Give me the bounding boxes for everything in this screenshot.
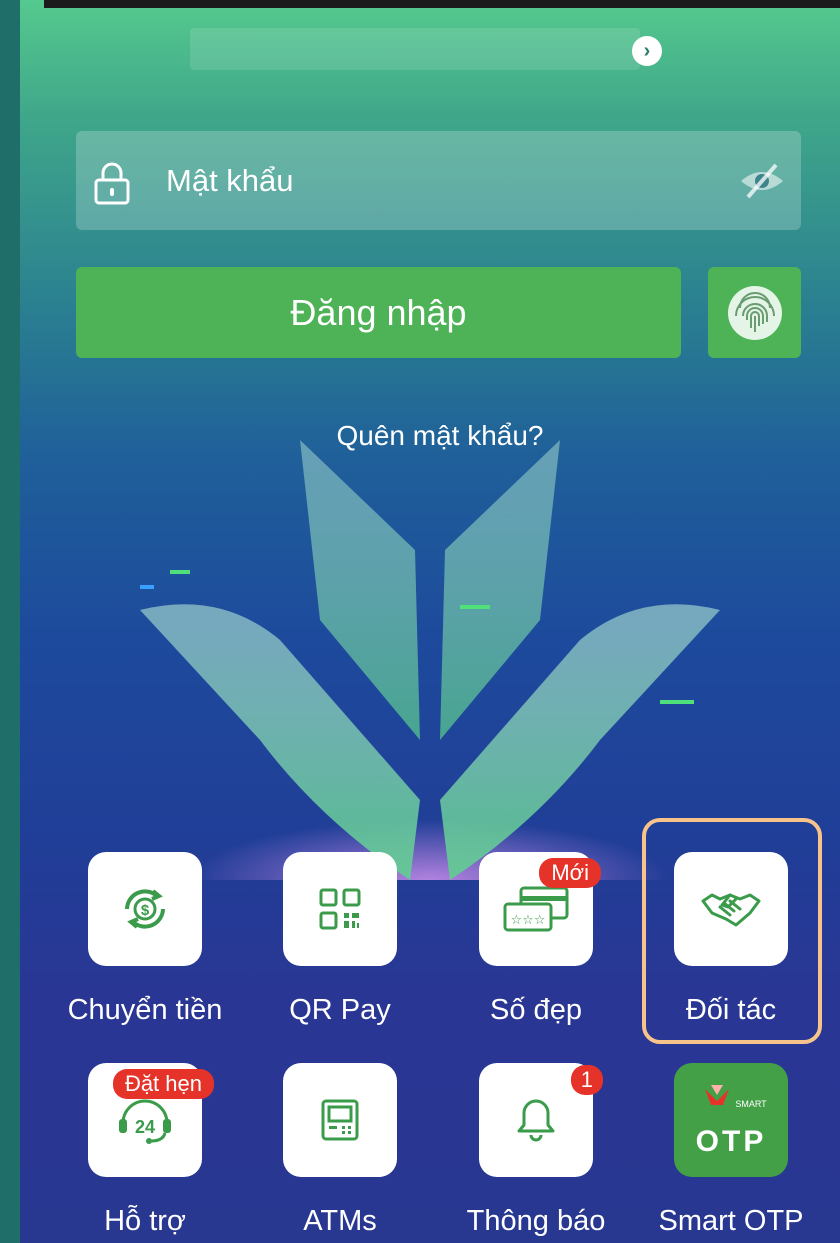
shortcut-box: $ <box>88 852 202 966</box>
chevron-right-icon[interactable]: › <box>632 36 662 66</box>
login-button[interactable]: Đăng nhập <box>76 267 681 358</box>
shortcut-smart-otp[interactable]: SMART OTP Smart OTP <box>641 1063 821 1238</box>
background-emblem <box>140 440 720 880</box>
svg-text:$: $ <box>141 902 150 919</box>
shortcut-label: Chuyển tiền <box>67 994 223 1026</box>
fingerprint-button[interactable] <box>708 267 801 358</box>
shortcut-label: ATMs <box>303 1205 377 1237</box>
shortcut-label: Smart OTP <box>658 1205 804 1237</box>
eye-off-icon[interactable] <box>738 161 786 201</box>
shortcut-box: 1 <box>479 1063 603 1177</box>
shortcut-label: Đối tác <box>685 994 777 1026</box>
shortcut-chuyen-tien[interactable]: $ Chuyển tiền <box>55 852 235 1027</box>
svg-text:☆☆☆: ☆☆☆ <box>511 913 546 928</box>
qr-code-icon <box>319 888 361 930</box>
lock-icon <box>94 162 130 205</box>
shortcut-box <box>283 1063 397 1177</box>
smart-otp-icon: SMART <box>705 1085 767 1109</box>
otp-logo-text: OTP <box>695 1125 767 1158</box>
shortcut-box <box>674 852 788 966</box>
shortcut-box: 24 Đặt hẹn <box>88 1063 214 1177</box>
bell-icon <box>517 1099 555 1142</box>
appointment-badge: Đặt hẹn <box>112 1069 214 1099</box>
shortcut-label: Số đẹp <box>490 994 582 1026</box>
password-input[interactable] <box>166 151 706 211</box>
svg-text:24: 24 <box>135 1117 155 1137</box>
shortcut-box: ☆☆☆ Mới <box>479 852 601 966</box>
shortcut-label: Thông báo <box>466 1205 606 1237</box>
shortcut-ho-tro[interactable]: 24 Đặt hẹn Hỗ trợ <box>55 1063 235 1238</box>
login-screen: › Đăng nhập Quên mật khẩu? $ Chuyển tiền… <box>20 0 840 1243</box>
support-24-icon: 24 <box>119 1099 171 1144</box>
money-transfer-icon: $ <box>125 889 165 929</box>
atm-icon <box>321 1099 359 1141</box>
fingerprint-icon <box>727 285 782 340</box>
shortcut-doi-tac[interactable]: Đối tác <box>641 852 821 1027</box>
handshake-icon <box>701 893 761 927</box>
account-name-blurred <box>190 28 640 70</box>
shortcut-so-dep[interactable]: ☆☆☆ Mới Số đẹp <box>446 852 626 1027</box>
shortcut-thong-bao[interactable]: 1 Thông báo <box>446 1063 626 1238</box>
new-badge: Mới <box>539 858 601 888</box>
shortcut-box: SMART OTP <box>674 1063 788 1177</box>
shortcut-atms[interactable]: ATMs <box>250 1063 430 1238</box>
notification-count-badge: 1 <box>570 1065 603 1095</box>
top-image-strip <box>44 0 840 8</box>
shortcut-label: Hỗ trợ <box>104 1205 186 1237</box>
shortcut-label: QR Pay <box>289 994 391 1026</box>
shortcut-box <box>283 852 397 966</box>
shortcut-qr-pay[interactable]: QR Pay <box>250 852 430 1027</box>
password-field[interactable] <box>76 131 801 230</box>
card-stars-icon: ☆☆☆ <box>503 886 569 932</box>
smart-otp-small-text: SMART <box>735 1099 767 1109</box>
